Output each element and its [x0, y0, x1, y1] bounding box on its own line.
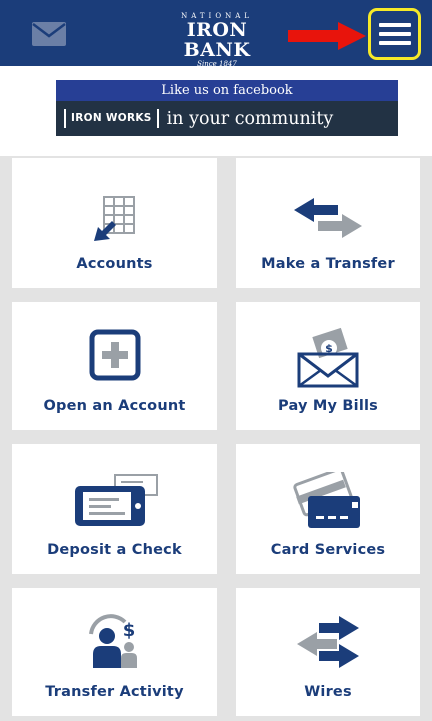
svg-text:$: $: [122, 620, 135, 641]
tile-label: Make a Transfer: [261, 256, 395, 272]
tile-label: Accounts: [76, 256, 153, 272]
mail-icon[interactable]: [32, 22, 66, 46]
credit-card-icon: [293, 472, 360, 528]
red-arrow-annotation: [288, 22, 366, 50]
tile-label: Transfer Activity: [45, 684, 184, 700]
tile-label: Card Services: [270, 542, 386, 558]
mobile-check-deposit-icon: [74, 474, 158, 526]
tile-accounts[interactable]: Accounts: [12, 158, 217, 288]
bill-envelope-icon: $: [297, 327, 359, 388]
facebook-headline: Like us on facebook: [56, 80, 398, 101]
person-dollar-icon: $: [88, 614, 137, 668]
app-header: NATIONAL IRON BANK Since 1847: [0, 0, 432, 68]
iron-works-badge: IRON WORKS: [64, 109, 159, 128]
accounts-ledger-icon: [93, 196, 135, 241]
hamburger-bar: [378, 32, 411, 36]
tile-transfer-activity[interactable]: $ Transfer Activity: [12, 588, 217, 716]
tile-make-a-transfer[interactable]: Make a Transfer: [236, 158, 420, 288]
facebook-banner[interactable]: Like us on facebook IRON WORKS in your c…: [56, 80, 398, 136]
tile-deposit-a-check[interactable]: Deposit a Check: [12, 444, 217, 574]
community-tagline: in your community: [166, 108, 334, 129]
tile-open-an-account[interactable]: Open an Account: [12, 302, 217, 430]
tile-label: Deposit a Check: [47, 542, 182, 558]
tile-label: Pay My Bills: [278, 398, 378, 414]
menu-button[interactable]: [368, 8, 421, 60]
plus-square-icon: [89, 329, 140, 381]
transfer-arrows-icon: [294, 198, 362, 238]
logo-bank-name: IRON BANK: [183, 19, 251, 61]
hamburger-menu-icon: [378, 23, 411, 27]
wire-arrows-icon: [297, 616, 359, 668]
promo-area: Like us on facebook IRON WORKS in your c…: [0, 66, 432, 156]
banner-bottom: IRON WORKS in your community: [56, 101, 398, 136]
hamburger-bar: [378, 41, 411, 45]
tile-card-services[interactable]: Card Services: [236, 444, 420, 574]
tile-pay-my-bills[interactable]: $ Pay My Bills: [236, 302, 420, 430]
tile-label: Wires: [304, 684, 352, 700]
bank-logo: NATIONAL IRON BANK Since 1847: [159, 11, 275, 68]
tile-wires[interactable]: Wires: [236, 588, 420, 716]
tile-label: Open an Account: [43, 398, 186, 414]
